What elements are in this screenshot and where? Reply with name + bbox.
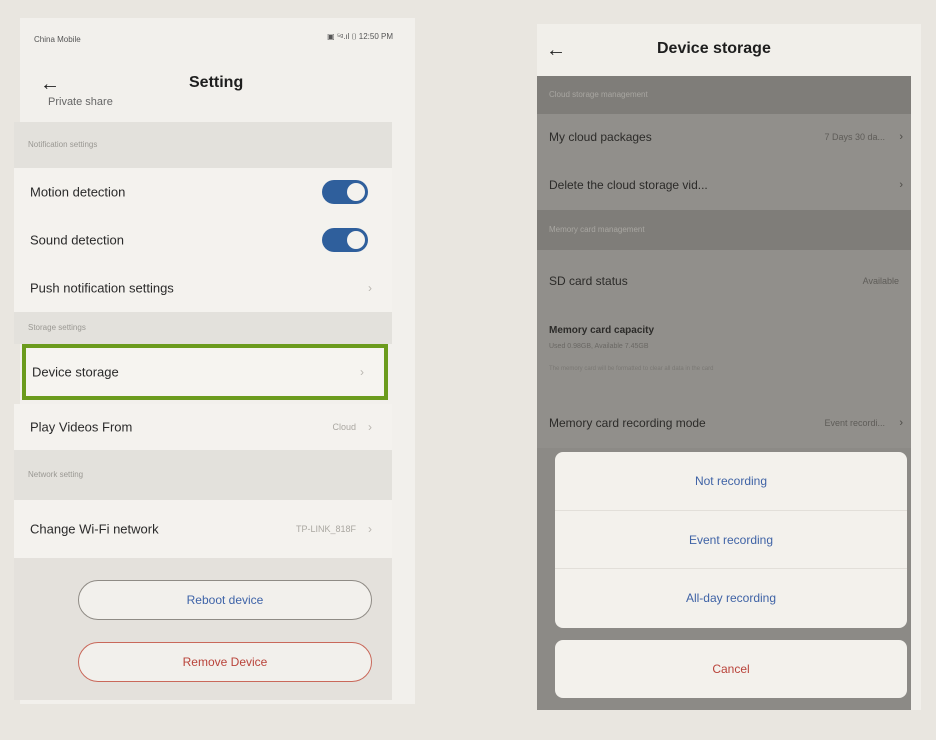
section-notification-settings: Notification settings bbox=[14, 122, 392, 168]
sd-card-status-row: SD card status Available bbox=[537, 250, 911, 312]
sd-status-value: Available bbox=[862, 276, 899, 286]
section-memory-card: Memory card management bbox=[537, 210, 911, 250]
chevron-right-icon: › bbox=[368, 420, 372, 434]
sd-status-label: SD card status bbox=[549, 274, 628, 288]
sound-detection-toggle[interactable] bbox=[322, 228, 368, 252]
capacity-detail: Used 0.98GB, Available 7.45GB bbox=[549, 343, 649, 350]
capacity-note: The memory card will be formatted to cle… bbox=[549, 366, 714, 372]
remove-device-button[interactable]: Remove Device bbox=[78, 642, 372, 682]
my-cloud-packages-row[interactable]: My cloud packages 7 Days 30 da... › bbox=[537, 114, 911, 160]
push-notification-settings-row[interactable]: Push notification settings › bbox=[14, 264, 392, 312]
chevron-right-icon: › bbox=[368, 522, 372, 536]
section-cloud-storage: Cloud storage management bbox=[537, 76, 911, 114]
device-storage-label: Device storage bbox=[32, 364, 119, 380]
motion-detection-row: Motion detection bbox=[14, 168, 392, 216]
play-videos-from-row[interactable]: Play Videos From Cloud › bbox=[14, 404, 392, 450]
nav-bar: ← Setting bbox=[20, 62, 415, 96]
cancel-button[interactable]: Cancel bbox=[555, 640, 907, 698]
back-arrow-icon[interactable]: ← bbox=[40, 74, 60, 94]
play-videos-value: Cloud bbox=[332, 422, 356, 432]
motion-detection-label: Motion detection bbox=[30, 184, 126, 200]
chevron-right-icon: › bbox=[368, 281, 372, 295]
toggle-knob bbox=[347, 183, 365, 201]
section-network-setting: Network setting bbox=[14, 450, 392, 500]
reboot-device-button[interactable]: Reboot device bbox=[78, 580, 372, 620]
chevron-right-icon: › bbox=[899, 179, 903, 191]
nav-bar: ← Device storage bbox=[537, 24, 921, 70]
cloud-packages-label: My cloud packages bbox=[549, 130, 652, 144]
not-recording-option[interactable]: Not recording bbox=[555, 452, 907, 510]
event-recording-option[interactable]: Event recording bbox=[555, 510, 907, 568]
memory-card-capacity-row: Memory card capacity Used 0.98GB, Availa… bbox=[537, 312, 911, 398]
recording-mode-value: Event recordi... bbox=[824, 418, 885, 428]
all-day-recording-option[interactable]: All-day recording bbox=[555, 568, 907, 626]
change-wifi-label: Change Wi-Fi network bbox=[30, 521, 159, 537]
motion-detection-toggle[interactable] bbox=[322, 180, 368, 204]
wifi-network-value: TP-LINK_818F bbox=[295, 524, 356, 534]
page-title: Setting bbox=[189, 74, 244, 91]
delete-cloud-storage-row[interactable]: Delete the cloud storage vid... › bbox=[537, 160, 911, 210]
status-icons: ▣ ⁵ᵍ.ıl ⌷ 12:50 PM bbox=[327, 32, 393, 41]
toggle-knob bbox=[347, 231, 365, 249]
page-title: Device storage bbox=[657, 40, 771, 57]
recording-mode-row[interactable]: Memory card recording mode Event recordi… bbox=[537, 398, 911, 448]
back-arrow-icon[interactable]: ← bbox=[546, 40, 566, 60]
chevron-right-icon: › bbox=[899, 417, 903, 429]
chevron-right-icon: › bbox=[899, 131, 903, 143]
status-bar: China Mobile ▣ ⁵ᵍ.ıl ⌷ 12:50 PM bbox=[20, 18, 415, 48]
section-storage-settings: Storage settings bbox=[14, 312, 392, 344]
device-storage-screen: ← Device storage Cloud storage managemen… bbox=[537, 24, 921, 710]
dimmed-overlay[interactable]: Cloud storage management My cloud packag… bbox=[537, 76, 911, 710]
push-notification-label: Push notification settings bbox=[30, 280, 174, 296]
carrier-label: China Mobile bbox=[34, 35, 81, 44]
device-storage-row[interactable]: Device storage › bbox=[26, 348, 384, 396]
change-wifi-row[interactable]: Change Wi-Fi network TP-LINK_818F › bbox=[14, 500, 392, 558]
cloud-packages-value: 7 Days 30 da... bbox=[824, 132, 885, 142]
sound-detection-label: Sound detection bbox=[30, 232, 124, 248]
recording-mode-label: Memory card recording mode bbox=[549, 416, 706, 430]
sound-detection-row: Sound detection bbox=[14, 216, 392, 264]
recording-mode-action-sheet: Not recording Event recording All-day re… bbox=[555, 452, 907, 628]
delete-cloud-label: Delete the cloud storage vid... bbox=[549, 178, 708, 192]
chevron-right-icon: › bbox=[360, 365, 364, 379]
private-share-peek: Private share bbox=[48, 96, 113, 108]
play-videos-label: Play Videos From bbox=[30, 419, 133, 435]
capacity-label: Memory card capacity bbox=[549, 325, 655, 336]
